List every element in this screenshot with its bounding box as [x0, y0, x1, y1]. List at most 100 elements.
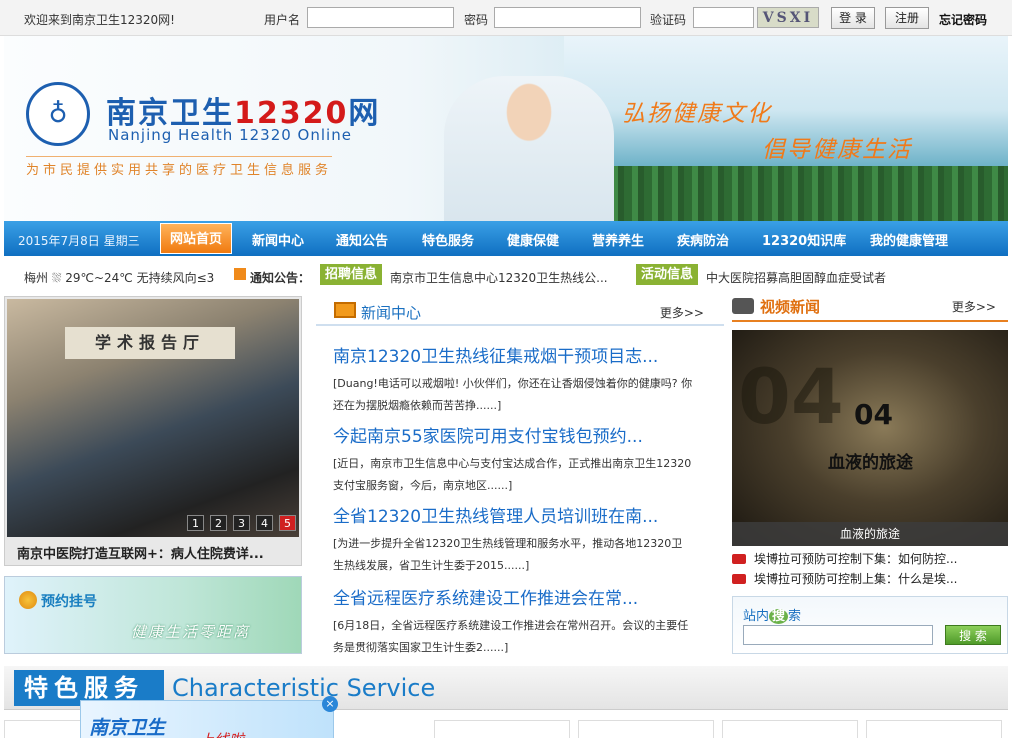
slogan-2: 倡导健康生活: [762, 137, 912, 163]
search-label-pre: 站内: [743, 609, 770, 624]
news-header: 新闻中心 更多>>: [316, 294, 724, 326]
appointment-tagline: 健康生活零距离: [131, 623, 251, 641]
video-header: 视频新闻 更多>>: [732, 294, 1008, 322]
main-nav: 2015年7月8日 星期三 网站首页 新闻中心 通知公告 特色服务 健康保健 营…: [4, 221, 1008, 256]
nav-item-notices[interactable]: 通知公告: [336, 230, 388, 249]
video-link-text[interactable]: 埃博拉可预防可控制上集：什么是埃...: [754, 572, 957, 586]
nav-item-disease[interactable]: 疾病防治: [677, 230, 729, 249]
site-logo-icon[interactable]: ♁: [26, 82, 90, 146]
service-card[interactable]: [722, 720, 858, 738]
video-caption-bar[interactable]: 血液的旅途: [732, 522, 1008, 546]
search-label-post: 索: [788, 609, 802, 624]
video-more-link[interactable]: 更多>>: [952, 298, 996, 315]
username-input[interactable]: [307, 7, 454, 28]
video-link[interactable]: 埃博拉可预防可控制上集：什么是埃...: [732, 570, 957, 587]
site-subtitle: 为市民提供实用共享的医疗卫生信息服务: [26, 156, 333, 178]
nav-item-nutrition[interactable]: 营养养生: [592, 230, 644, 249]
slide-dot-5[interactable]: 5: [279, 515, 296, 531]
nav-item-my-health[interactable]: 我的健康管理: [870, 230, 948, 249]
register-button[interactable]: 注册: [885, 7, 929, 29]
slogan-1: 弘扬健康文化: [622, 101, 772, 127]
appointment-banner[interactable]: 预约挂号 健康生活零距离: [4, 576, 302, 654]
news-item: 全省12320卫生热线管理人员培训班在南... [为进一步提升全省12320卫生…: [333, 502, 693, 577]
nav-item-news[interactable]: 新闻中心: [252, 230, 304, 249]
news-center: 新闻中心 更多>> 南京12320卫生热线征集戒烟干预项目志... [Duang…: [316, 292, 724, 656]
video-news: 视频新闻 更多>> 04 04 血液的旅途 血液的旅途 埃博拉可预防可控制下集：…: [732, 292, 1008, 592]
video-link[interactable]: 埃博拉可预防可控制下集：如何防控...: [732, 550, 957, 567]
video-bg-number: 04: [738, 352, 844, 441]
nav-date: 2015年7月8日 星期三: [18, 234, 140, 248]
search-label-big: 搜: [769, 609, 789, 624]
news-more-link[interactable]: 更多>>: [660, 304, 704, 321]
tree-line: [564, 166, 1008, 221]
news-headline[interactable]: 今起南京55家医院可用支付宝钱包预约...: [333, 422, 693, 447]
feature-title-en: Characteristic Service: [172, 674, 436, 702]
video-title: 视频新闻: [760, 298, 821, 316]
video-link-text[interactable]: 埃博拉可预防可控制下集：如何防控...: [754, 552, 957, 566]
captcha-image[interactable]: VSXI: [757, 7, 819, 28]
search-input[interactable]: [743, 625, 933, 645]
video-icon: [732, 554, 746, 564]
service-card[interactable]: [578, 720, 714, 738]
close-icon[interactable]: ×: [322, 696, 338, 712]
forgot-password-link[interactable]: 忘记密码: [939, 11, 987, 28]
video-icon: [732, 574, 746, 584]
site-name-suffix: 网: [348, 96, 381, 131]
news-headline[interactable]: 南京12320卫生热线征集戒烟干预项目志...: [333, 342, 693, 367]
password-label: 密码: [464, 13, 489, 27]
slide-dot-4[interactable]: 4: [256, 515, 273, 531]
header-banner: ♁ 南京卫生12320网 Nanjing Health 12320 Online…: [4, 36, 1008, 221]
news-summary: [为进一步提升全省12320卫生热线管理和服务水平，推动各地12320卫生热线发…: [333, 537, 683, 572]
slide-caption[interactable]: 南京中医院打造互联网+：病人住院费详...: [17, 543, 297, 562]
welcome-text: 欢迎来到南京卫生12320网!: [24, 13, 175, 27]
news-headline[interactable]: 全省远程医疗系统建设工作推进会在常...: [333, 584, 693, 609]
video-episode-title: 血液的旅途: [828, 453, 913, 473]
username-label: 用户名: [264, 13, 301, 27]
speaker-icon: [234, 268, 246, 280]
login-bar: 欢迎来到南京卫生12320网! 用户名 密码 验证码 VSXI 登 录 注册 忘…: [0, 0, 1012, 36]
nav-item-services[interactable]: 特色服务: [422, 230, 474, 249]
search-label: 站内搜索: [743, 605, 801, 624]
lecture-hall-sign: 学术报告厅: [65, 327, 235, 359]
service-card[interactable]: [434, 720, 570, 738]
nav-item-home[interactable]: 网站首页: [160, 223, 232, 254]
site-search: 站内搜索 搜 索: [732, 596, 1008, 654]
password-input[interactable]: [494, 7, 641, 28]
weather-text: 梅州 ⛆ 29℃~24℃ 无持续风向≤3: [24, 271, 215, 285]
news-item: 南京12320卫生热线征集戒烟干预项目志... [Duang!电话可以戒烟啦! …: [333, 342, 693, 417]
nav-item-knowledge[interactable]: 12320知识库: [762, 230, 846, 249]
news-headline[interactable]: 全省12320卫生热线管理人员培训班在南...: [333, 502, 693, 527]
news-item: 全省远程医疗系统建设工作推进会在常... [6月18日，全省远程医疗系统建设工作…: [333, 584, 693, 659]
site-name-en: Nanjing Health 12320 Online: [108, 126, 352, 144]
captcha-input[interactable]: [693, 7, 754, 28]
info-bar: 梅州 ⛆ 29℃~24℃ 无持续风向≤3 通知公告： 招聘信息 南京市卫生信息中…: [0, 258, 1012, 292]
recruit-link[interactable]: 南京市卫生信息中心12320卫生热线公...: [390, 269, 608, 286]
news-item: 今起南京55家医院可用支付宝钱包预约... [近日，南京市卫生信息中心与支付宝达…: [333, 422, 693, 497]
video-player[interactable]: 04 04 血液的旅途 血液的旅途: [732, 330, 1008, 546]
news-summary: [6月18日，全省远程医疗系统建设工作推进会在常州召开。会议的主要任务是贯彻落实…: [333, 619, 689, 654]
news-summary: [Duang!电话可以戒烟啦! 小伙伴们，你还在让香烟侵蚀着你的健康吗? 你还在…: [333, 377, 693, 412]
slide-dot-2[interactable]: 2: [210, 515, 227, 531]
service-card[interactable]: [866, 720, 1002, 738]
activity-tag[interactable]: 活动信息: [636, 264, 699, 285]
news-summary: [近日，南京市卫生信息中心与支付宝达成合作，正式推出南京卫生12320支付宝服务…: [333, 457, 692, 492]
news-title: 新闻中心: [361, 304, 422, 322]
slide-dot-3[interactable]: 3: [233, 515, 250, 531]
search-button[interactable]: 搜 索: [945, 625, 1001, 645]
photo-slideshow[interactable]: 学术报告厅 1 2 3 4 5 南京中医院打造互联网+：病人住院费详...: [4, 296, 302, 566]
doctor-nurse-photo: [444, 76, 614, 221]
notice-label: 通知公告：: [250, 271, 311, 285]
nav-item-health-care[interactable]: 健康保健: [507, 230, 559, 249]
video-episode-number: 04: [854, 398, 893, 431]
captcha-label: 验证码: [650, 13, 687, 27]
activity-link[interactable]: 中大医院招募高胆固醇血症受试者: [706, 269, 886, 286]
monitor-icon: [334, 302, 356, 318]
slide-dot-1[interactable]: 1: [187, 515, 204, 531]
floating-ad[interactable]: 南京卫生 上线啦 ×: [80, 696, 338, 738]
recruit-tag[interactable]: 招聘信息: [320, 264, 383, 285]
camera-icon: [732, 298, 754, 314]
floating-ad-subtitle: 上线啦: [199, 729, 244, 738]
login-button[interactable]: 登 录: [831, 7, 875, 29]
floating-ad-title: 南京卫生: [89, 717, 166, 738]
flower-icon: [19, 591, 37, 609]
